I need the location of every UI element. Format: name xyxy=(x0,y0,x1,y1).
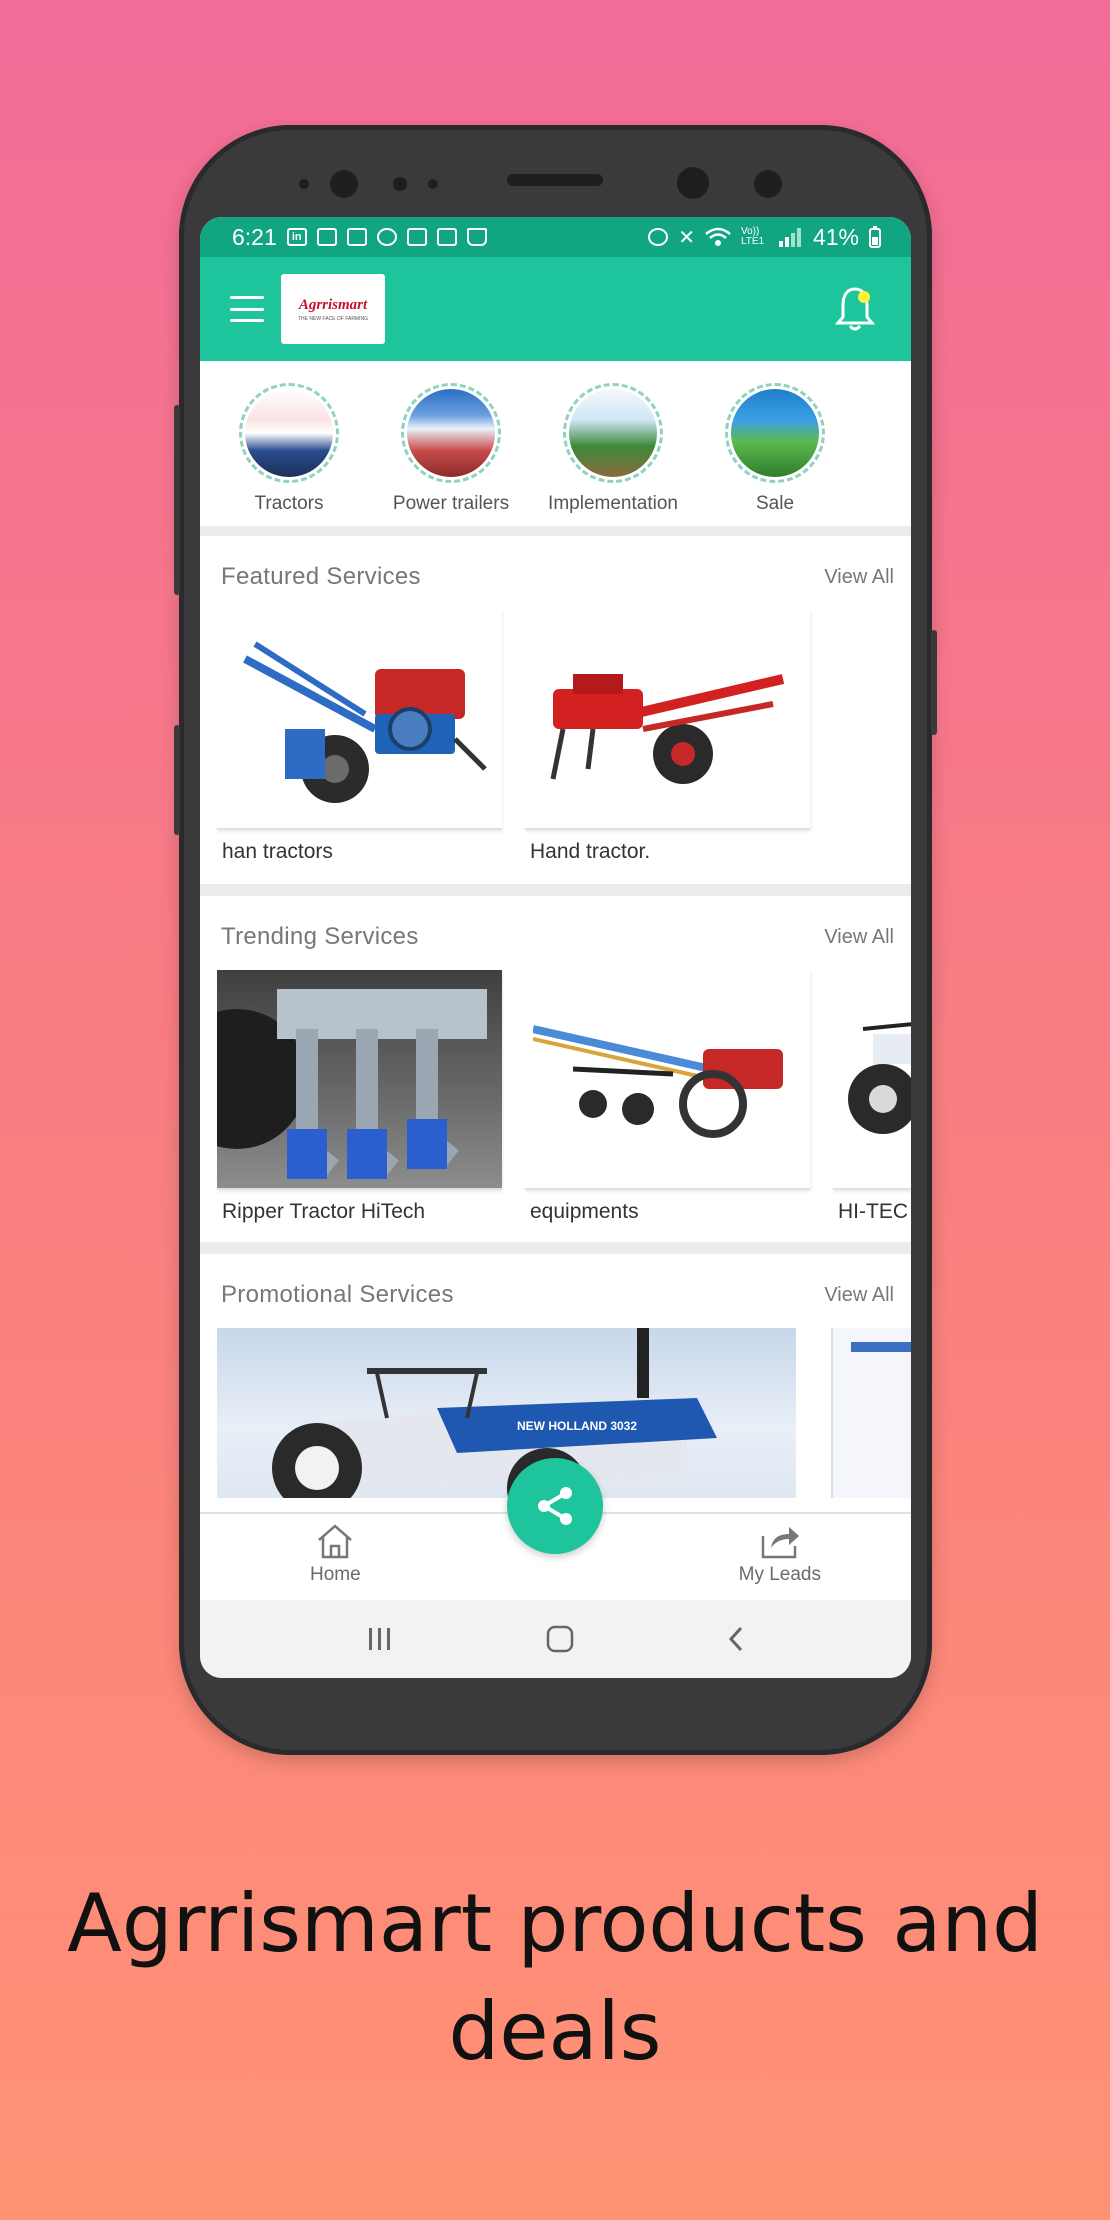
caption-line: Agrrismart products and xyxy=(67,1877,1043,1970)
category-sale[interactable]: Sale xyxy=(694,383,856,526)
caption-line: deals xyxy=(448,1985,662,2078)
status-time: 6:21 xyxy=(232,223,277,250)
battery-icon xyxy=(869,226,881,248)
category-label: Power trailers xyxy=(392,493,510,514)
shopping-bag-icon xyxy=(466,228,487,246)
app-screen: 6:21 in ✕ Vo)) LTE1 41% Agrrismart THE N… xyxy=(200,217,911,1678)
logo-tagline: THE NEW FACE OF FARMING xyxy=(297,315,368,322)
laptop-icon xyxy=(436,228,457,246)
service-card[interactable]: equipments xyxy=(525,970,810,1230)
phone-frame: 6:21 in ✕ Vo)) LTE1 41% Agrrismart THE N… xyxy=(174,125,937,1755)
category-implementation[interactable]: Implementation xyxy=(532,383,694,526)
share-fab[interactable] xyxy=(507,1458,603,1554)
home-button-icon[interactable] xyxy=(545,1625,575,1653)
service-image xyxy=(217,970,502,1190)
service-image xyxy=(525,970,810,1190)
service-label: Hand tractor. xyxy=(530,840,651,863)
category-image xyxy=(239,383,339,483)
volume-button xyxy=(174,405,180,595)
hamburger-icon[interactable] xyxy=(230,296,264,322)
app-bar: Agrrismart THE NEW FACE OF FARMING xyxy=(200,257,911,361)
service-image xyxy=(833,970,911,1190)
category-tractors[interactable]: Tractors xyxy=(208,383,370,526)
power-button xyxy=(931,630,937,735)
sensor-dot xyxy=(428,179,438,189)
view-all-link[interactable]: View All xyxy=(824,926,894,949)
service-label: han tractors xyxy=(222,840,333,863)
category-image xyxy=(401,383,501,483)
status-bar: 6:21 in ✕ Vo)) LTE1 41% xyxy=(200,217,911,257)
app-logo[interactable]: Agrrismart THE NEW FACE OF FARMING xyxy=(281,274,385,344)
share-forward-icon xyxy=(761,1527,799,1559)
service-card[interactable]: Hand tractor. xyxy=(525,610,810,870)
lte-label: Vo)) LTE1 xyxy=(740,226,765,247)
alarm-icon xyxy=(648,228,669,246)
category-label: Implementation xyxy=(548,493,678,514)
featured-section: Featured Services View All han tractors … xyxy=(200,536,911,896)
sensor-dot xyxy=(299,179,309,189)
message-icon xyxy=(346,228,367,246)
category-power-trailers[interactable]: Power trailers xyxy=(370,383,532,526)
service-label: Ripper Tractor HiTech xyxy=(222,1200,426,1223)
iris-camera xyxy=(677,167,709,199)
bottom-navigation: Home My Leads xyxy=(200,1458,911,1600)
bell-icon[interactable] xyxy=(835,285,875,333)
service-image xyxy=(525,610,810,830)
nav-my-leads-label: My Leads xyxy=(738,1564,821,1585)
section-title: Featured Services xyxy=(221,563,421,590)
signal-icon xyxy=(778,228,801,247)
service-label: equipments xyxy=(530,1200,639,1223)
nav-home-label: Home xyxy=(310,1564,361,1585)
service-card[interactable]: Ripper Tractor HiTech xyxy=(217,970,502,1230)
view-all-link[interactable]: View All xyxy=(824,566,894,589)
category-image xyxy=(563,383,663,483)
promo-brand-text: NEW HOLLAND 3032 xyxy=(517,1419,637,1433)
view-all-link[interactable]: View All xyxy=(824,1284,894,1307)
logo-text: Agrrismart xyxy=(298,296,368,313)
linkedin-icon: in xyxy=(286,228,307,246)
category-label: Sale xyxy=(755,493,795,514)
service-image xyxy=(217,610,502,830)
share-icon xyxy=(538,1487,572,1525)
iris-sensor xyxy=(754,170,782,198)
section-title: Promotional Services xyxy=(221,1281,454,1308)
mute-icon: ✕ xyxy=(678,226,695,249)
gallery-icon xyxy=(316,228,337,246)
promo-banner[interactable]: NEW HOLLAND 3032 xyxy=(217,1328,796,1498)
front-camera xyxy=(330,170,358,198)
category-label: Tractors xyxy=(254,493,324,514)
notification-dot xyxy=(858,291,870,303)
image-icon xyxy=(406,228,427,246)
shield-icon xyxy=(376,228,397,246)
trending-section: Trending Services View All Ripper Tracto… xyxy=(200,896,911,1254)
promo-caption: Agrrismart products and deals xyxy=(0,1870,1110,2086)
battery-percent: 41% xyxy=(812,223,859,250)
promo-banner-next[interactable] xyxy=(831,1328,911,1498)
recents-icon[interactable] xyxy=(365,1626,395,1652)
service-card[interactable]: HI-TEC xyxy=(833,970,911,1230)
system-navigation xyxy=(200,1600,911,1678)
section-title: Trending Services xyxy=(221,923,419,950)
back-icon[interactable] xyxy=(725,1625,747,1653)
earpiece-speaker xyxy=(507,174,603,186)
category-image xyxy=(725,383,825,483)
home-icon xyxy=(318,1524,353,1559)
sensor-dot xyxy=(393,177,407,191)
nav-my-leads[interactable]: My Leads xyxy=(739,1514,821,1600)
bixby-button xyxy=(174,725,180,835)
nav-home[interactable]: Home xyxy=(310,1514,361,1600)
service-card[interactable]: han tractors xyxy=(217,610,502,870)
service-label: HI-TEC xyxy=(838,1200,908,1223)
category-strip: Tractors Power trailers Implementation S… xyxy=(200,361,911,536)
wifi-icon xyxy=(705,227,731,246)
